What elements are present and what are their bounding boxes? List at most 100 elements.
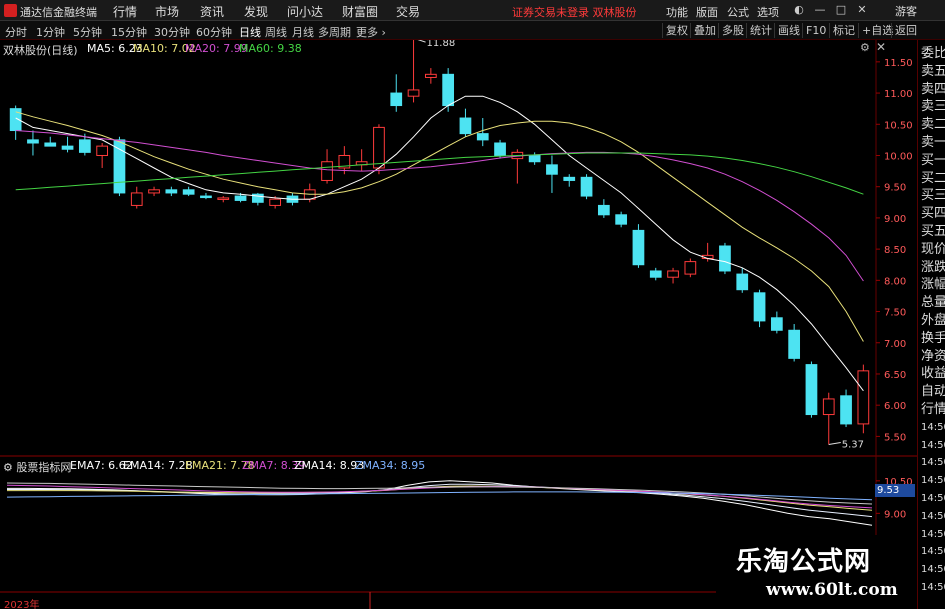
indicator-name-text: 股票指标网: [16, 461, 72, 474]
tab-30min[interactable]: 30分钟: [154, 24, 190, 40]
side-panel-item[interactable]: 卖三: [921, 99, 945, 114]
maximize-icon[interactable]: □: [834, 3, 848, 17]
tab-more[interactable]: 更多 ›: [356, 24, 386, 40]
close-window-icon[interactable]: ✕: [855, 3, 869, 17]
side-panel-item[interactable]: 外盘: [921, 313, 945, 328]
side-panel-item[interactable]: 收益: [921, 366, 945, 381]
side-panel-item[interactable]: 卖二: [921, 117, 945, 132]
side-panel-item[interactable]: 涨幅: [921, 277, 945, 292]
indicator-name-label: ⚙ 股票指标网: [3, 459, 71, 475]
side-panel-item[interactable]: 14:50: [921, 509, 945, 524]
menu-formula[interactable]: 公式: [727, 4, 749, 20]
menu-quotes[interactable]: 行情: [113, 3, 137, 20]
side-panel-item[interactable]: 14:50: [921, 473, 945, 488]
side-panel-item[interactable]: 总量: [921, 295, 945, 310]
side-panel-item[interactable]: 净资: [921, 349, 945, 364]
candle-body: [770, 317, 783, 331]
ma10-line: [15, 111, 864, 342]
guest-login-button[interactable]: 游客: [895, 3, 917, 19]
menu-options[interactable]: 选项: [757, 4, 779, 20]
side-panel-item[interactable]: 涨跌: [921, 260, 945, 275]
side-panel-item[interactable]: 14:50: [921, 562, 945, 577]
menu-news[interactable]: 资讯: [200, 3, 224, 20]
candle-body: [113, 139, 126, 194]
candle-body: [805, 364, 818, 416]
button-overlay[interactable]: 叠加: [690, 23, 719, 38]
side-panel-item[interactable]: 现价: [921, 242, 945, 257]
side-panel-item[interactable]: 自动: [921, 384, 945, 399]
candle-body: [234, 195, 247, 201]
menu-discover[interactable]: 发现: [244, 3, 268, 20]
menu-layout[interactable]: 版面: [696, 4, 718, 20]
candle-body: [563, 176, 576, 181]
candle-body: [148, 189, 160, 194]
button-f10[interactable]: F10: [802, 23, 829, 38]
tab-daily[interactable]: 日线: [239, 24, 261, 40]
app-logo-icon: [4, 4, 17, 17]
indicator-value-tag: 9.53: [875, 484, 915, 497]
y-tick-label: 8.50: [884, 245, 906, 256]
side-panel-item[interactable]: 卖四: [921, 82, 945, 97]
candle-body: [96, 145, 109, 156]
ema21-indicator-line: [7, 485, 873, 511]
side-panel-item[interactable]: 买三: [921, 188, 945, 203]
candle-body: [580, 176, 593, 197]
side-panel-item[interactable]: 14:50: [921, 455, 945, 470]
y-tick-label: 9.00: [884, 214, 906, 225]
tab-5min[interactable]: 5分钟: [73, 24, 102, 40]
side-panel-item[interactable]: 买一: [921, 153, 945, 168]
candle-body: [615, 214, 628, 225]
candle-body: [494, 142, 506, 156]
button-back[interactable]: 返回: [891, 23, 920, 38]
tab-weekly[interactable]: 周线: [265, 24, 287, 40]
close-icon[interactable]: ✕: [876, 41, 888, 53]
tab-60min[interactable]: 60分钟: [196, 24, 232, 40]
button-adjust[interactable]: 复权: [662, 23, 691, 38]
menu-functions[interactable]: 功能: [666, 4, 688, 20]
candle-body: [269, 198, 282, 206]
tab-multi-period[interactable]: 多周期: [318, 24, 351, 40]
side-panel-item[interactable]: 行情: [921, 402, 945, 417]
button-statistics[interactable]: 统计: [746, 23, 775, 38]
button-multi-stock[interactable]: 多股: [718, 23, 747, 38]
menu-wealth[interactable]: 财富圈: [342, 3, 378, 20]
candle-body: [546, 164, 558, 175]
skin-icon[interactable]: ◐: [792, 3, 806, 17]
side-panel-item[interactable]: 买二: [921, 171, 945, 186]
side-panel-item[interactable]: 14:50: [921, 491, 945, 506]
side-panel-item[interactable]: 买四: [921, 206, 945, 221]
side-panel-item[interactable]: 14:50: [921, 438, 945, 453]
menu-trade[interactable]: 交易: [396, 3, 420, 20]
candle-body: [736, 273, 749, 291]
button-draw[interactable]: 画线: [774, 23, 803, 38]
login-status-text: 证券交易未登录 双林股份: [512, 6, 637, 19]
kline-chart[interactable]: 11.50 11.00 10.50 10.00 9.50 9.00 8.50 8.00 7.50…: [0, 40, 917, 609]
menu-ask[interactable]: 问小达: [287, 3, 323, 20]
side-panel-item[interactable]: 换手: [921, 331, 945, 346]
tab-intraday[interactable]: 分时: [5, 24, 27, 40]
gear-icon[interactable]: ⚙: [860, 42, 872, 54]
gear-icon[interactable]: ⚙: [3, 461, 16, 474]
candle-body: [407, 89, 420, 97]
side-panel-item[interactable]: 14:50: [921, 580, 945, 595]
tab-1min[interactable]: 1分钟: [36, 24, 65, 40]
side-panel-item[interactable]: 14:50: [921, 544, 945, 559]
menu-market[interactable]: 市场: [155, 3, 179, 20]
minimize-icon[interactable]: —: [813, 3, 827, 17]
candle-body: [442, 73, 455, 107]
y-tick-label: 8.00: [884, 276, 906, 287]
candle-body: [217, 197, 230, 200]
candle-body: [390, 92, 403, 107]
button-mark[interactable]: 标记: [829, 23, 858, 38]
side-panel-item[interactable]: 14:50: [921, 420, 945, 435]
side-panel-item[interactable]: 买五: [921, 224, 945, 239]
candle-body: [165, 189, 178, 194]
tab-monthly[interactable]: 月线: [292, 24, 314, 40]
candle-body: [597, 204, 610, 216]
candle-body: [130, 192, 143, 206]
side-panel-item[interactable]: 委比: [921, 46, 945, 61]
side-panel-item[interactable]: 卖五: [921, 64, 945, 79]
side-panel-item[interactable]: 14:50: [921, 527, 945, 542]
side-panel-item[interactable]: 卖一: [921, 135, 945, 150]
tab-15min[interactable]: 15分钟: [111, 24, 147, 40]
